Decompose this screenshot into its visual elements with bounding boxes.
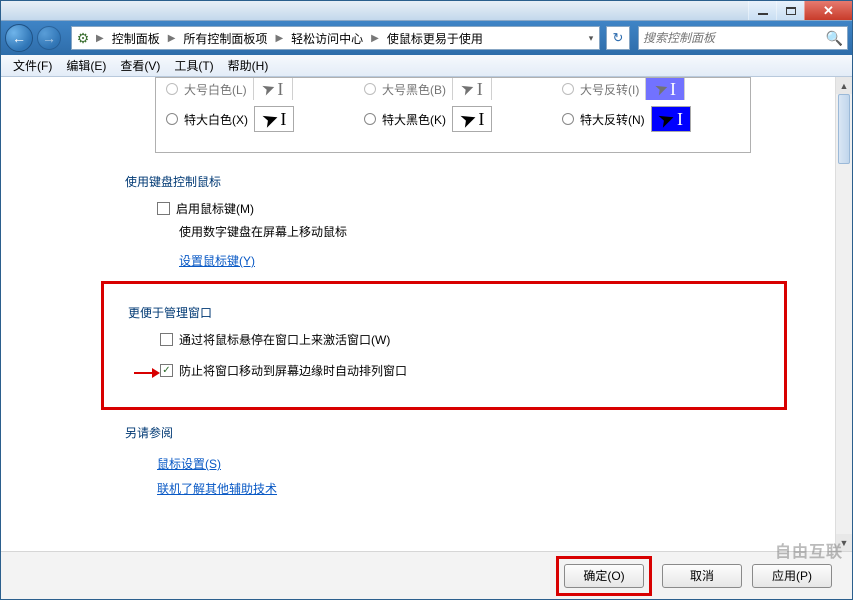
cursor-preview: ➤I — [253, 78, 293, 100]
cursor-option-label: 特大反转(N) — [580, 111, 645, 128]
breadcrumb-sep-icon: ▶ — [273, 33, 285, 44]
back-button[interactable]: ← — [5, 24, 33, 52]
forward-arrow-icon: → — [42, 30, 56, 46]
maximize-icon — [786, 7, 796, 15]
highlight-box-ok: 确定(O) — [556, 556, 652, 596]
checkbox-label: 防止将窗口移动到屏幕边缘时自动排列窗口 — [179, 362, 407, 379]
cursor-preview: ➤I — [651, 106, 691, 132]
menu-view[interactable]: 查看(V) — [114, 55, 166, 76]
cursor-option-label: 大号反转(I) — [580, 81, 639, 98]
cursor-preview: ➤I — [645, 78, 685, 100]
cursor-option[interactable]: 大号黑色(B) ➤I — [354, 78, 552, 100]
annotation-arrow-icon — [134, 362, 160, 383]
search-box[interactable]: 🔍 — [638, 26, 848, 50]
checkbox-row-hover[interactable]: 通过将鼠标悬停在窗口上来激活窗口(W) — [160, 331, 784, 348]
scroll-up-button[interactable]: ▲ — [836, 77, 852, 94]
control-panel-icon: ⚙ — [72, 30, 94, 47]
section-heading-seealso: 另请参阅 — [125, 424, 811, 441]
radio-icon[interactable] — [364, 83, 376, 95]
cursor-option-label: 特大白色(X) — [184, 111, 248, 128]
checkbox-icon[interactable] — [160, 333, 173, 346]
dialog-button-bar: 确定(O) 取消 应用(P) — [1, 551, 852, 599]
menu-bar: 文件(F) 编辑(E) 查看(V) 工具(T) 帮助(H) — [1, 55, 852, 77]
cursor-option[interactable]: 大号白色(L) ➤I — [156, 78, 354, 100]
content-pane: 大号白色(L) ➤I 大号黑色(B) ➤I 大号反转(I) ➤I — [1, 77, 835, 551]
checkbox-label: 通过将鼠标悬停在窗口上来激活窗口(W) — [179, 331, 390, 348]
mousekeys-description: 使用数字键盘在屏幕上移动鼠标 — [179, 223, 811, 240]
cursor-option-label: 大号黑色(B) — [382, 81, 446, 98]
client-area: 大号白色(L) ➤I 大号黑色(B) ➤I 大号反转(I) ➤I — [1, 77, 852, 551]
menu-tools[interactable]: 工具(T) — [168, 55, 219, 76]
ok-button[interactable]: 确定(O) — [564, 564, 644, 588]
back-arrow-icon: ← — [12, 30, 26, 46]
highlight-box: 更便于管理窗口 通过将鼠标悬停在窗口上来激活窗口(W) 防止将窗口移动到屏幕边缘… — [101, 281, 787, 410]
titlebar[interactable]: ✕ — [1, 1, 852, 21]
radio-icon[interactable] — [166, 113, 178, 125]
breadcrumb-item[interactable]: 控制面板 — [106, 27, 166, 49]
refresh-button[interactable]: ↻ — [606, 26, 630, 50]
breadcrumb-item[interactable]: 所有控制面板项 — [177, 27, 273, 49]
apply-button[interactable]: 应用(P) — [752, 564, 832, 588]
menu-file[interactable]: 文件(F) — [7, 55, 58, 76]
section-heading-windowmgmt: 更便于管理窗口 — [128, 304, 784, 321]
cursor-preview: ➤I — [452, 78, 492, 100]
close-button[interactable]: ✕ — [804, 1, 852, 20]
cancel-button[interactable]: 取消 — [662, 564, 742, 588]
cursor-preview: ➤I — [452, 106, 492, 132]
menu-edit[interactable]: 编辑(E) — [60, 55, 112, 76]
checkbox-row-mousekeys[interactable]: 启用鼠标键(M) — [157, 200, 811, 217]
cursor-preview: ➤I — [254, 106, 294, 132]
breadcrumb-sep-icon: ▶ — [166, 33, 178, 44]
cursor-option[interactable]: 特大反转(N) ➤I — [552, 100, 750, 138]
cursor-scheme-group: 大号白色(L) ➤I 大号黑色(B) ➤I 大号反转(I) ➤I — [155, 77, 751, 153]
breadcrumb-item[interactable]: 轻松访问中心 — [285, 27, 369, 49]
scroll-thumb[interactable] — [838, 94, 850, 164]
other-assist-link[interactable]: 联机了解其他辅助技术 — [157, 480, 277, 497]
close-icon: ✕ — [823, 4, 834, 17]
checkbox-label: 启用鼠标键(M) — [176, 200, 254, 217]
radio-icon[interactable] — [562, 83, 574, 95]
breadcrumb-bar[interactable]: ⚙ ▶ 控制面板 ▶ 所有控制面板项 ▶ 轻松访问中心 ▶ 使鼠标更易于使用 ▾ — [71, 26, 600, 50]
cursor-option[interactable]: 特大白色(X) ➤I — [156, 100, 354, 138]
minimize-icon — [758, 13, 768, 15]
radio-icon[interactable] — [364, 113, 376, 125]
radio-icon[interactable] — [562, 113, 574, 125]
setup-mousekeys-link[interactable]: 设置鼠标键(Y) — [179, 252, 255, 269]
window-frame: ✕ ← → ⚙ ▶ 控制面板 ▶ 所有控制面板项 ▶ 轻松访问中心 ▶ 使鼠标更… — [0, 0, 853, 600]
minimize-button[interactable] — [748, 1, 776, 20]
checkbox-row-prevent-arrange[interactable]: 防止将窗口移动到屏幕边缘时自动排列窗口 — [160, 362, 784, 379]
cursor-option[interactable]: 特大黑色(K) ➤I — [354, 100, 552, 138]
menu-help[interactable]: 帮助(H) — [222, 55, 275, 76]
breadcrumb-sep-icon: ▶ — [369, 33, 381, 44]
breadcrumb-item[interactable]: 使鼠标更易于使用 — [381, 27, 489, 49]
search-input[interactable] — [643, 31, 826, 45]
refresh-icon: ↻ — [613, 30, 624, 46]
cursor-option-label: 特大黑色(K) — [382, 111, 446, 128]
forward-button[interactable]: → — [37, 26, 61, 50]
mouse-settings-link[interactable]: 鼠标设置(S) — [157, 455, 221, 472]
radio-icon[interactable] — [166, 83, 178, 95]
search-icon[interactable]: 🔍 — [826, 30, 843, 47]
section-heading-keyboard: 使用键盘控制鼠标 — [125, 173, 811, 190]
checkbox-icon[interactable] — [157, 202, 170, 215]
cursor-option[interactable]: 大号反转(I) ➤I — [552, 78, 750, 100]
navigation-bar: ← → ⚙ ▶ 控制面板 ▶ 所有控制面板项 ▶ 轻松访问中心 ▶ 使鼠标更易于… — [1, 21, 852, 55]
vertical-scrollbar[interactable]: ▲ ▼ — [835, 77, 852, 551]
checkbox-icon[interactable] — [160, 364, 173, 377]
scroll-down-button[interactable]: ▼ — [836, 534, 852, 551]
breadcrumb-dropdown-icon[interactable]: ▾ — [583, 33, 599, 44]
breadcrumb-sep-icon: ▶ — [94, 33, 106, 44]
maximize-button[interactable] — [776, 1, 804, 20]
cursor-option-label: 大号白色(L) — [184, 81, 247, 98]
